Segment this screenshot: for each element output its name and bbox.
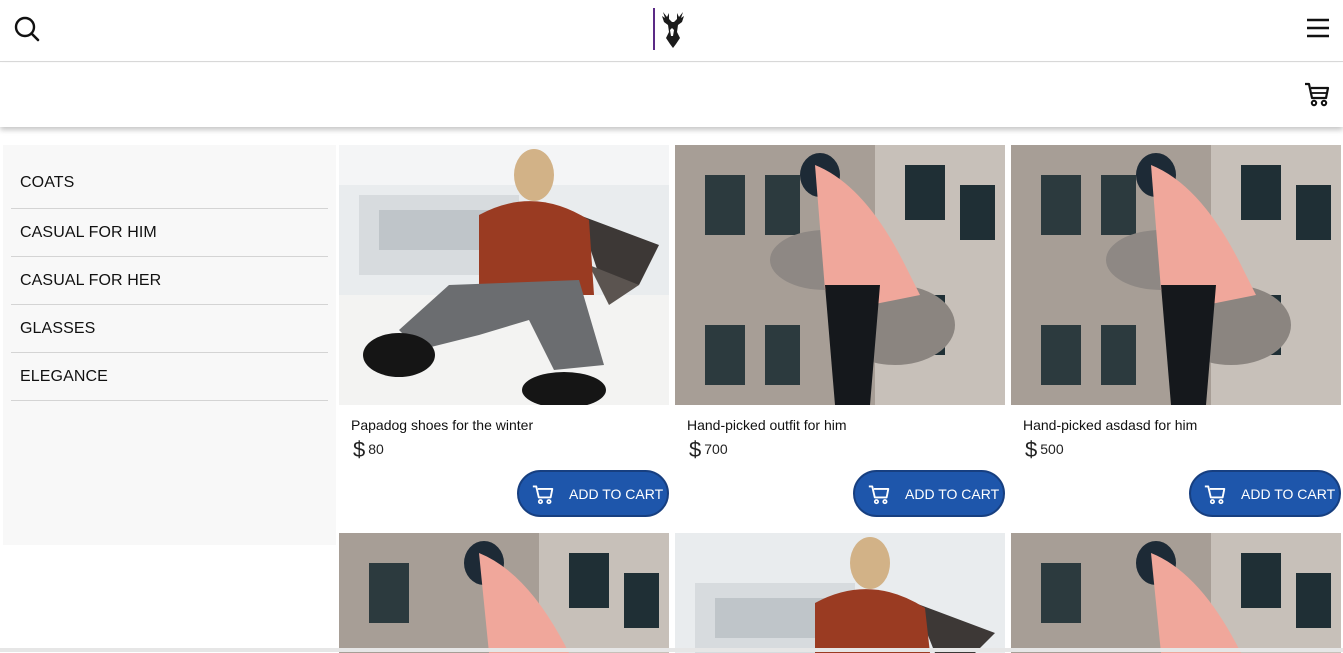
add-to-cart-button[interactable]: ADD TO CART	[853, 470, 1005, 517]
add-to-cart-button[interactable]: ADD TO CART	[517, 470, 669, 517]
product-image[interactable]	[1011, 533, 1341, 653]
product-title[interactable]: Hand-picked asdasd for him	[1023, 417, 1197, 433]
product-image[interactable]	[675, 145, 1005, 405]
product-card: Papadog shoes for the winter $80 ADD TO …	[339, 145, 669, 523]
cart-icon	[532, 484, 554, 504]
add-to-cart-label: ADD TO CART	[1241, 485, 1336, 502]
search-icon[interactable]	[12, 14, 42, 44]
category-casual-for-her[interactable]: CASUAL FOR HER	[11, 257, 328, 305]
category-casual-for-him[interactable]: CASUAL FOR HIM	[11, 209, 328, 257]
product-image[interactable]	[1011, 145, 1341, 405]
product-card: Hand-picked outfit for him $700 ADD TO C…	[675, 145, 1005, 523]
product-image[interactable]	[675, 533, 1005, 653]
product-card	[675, 533, 1005, 653]
product-title[interactable]: Hand-picked outfit for him	[687, 417, 847, 433]
price-value: 80	[368, 441, 384, 457]
dollar-icon: $	[689, 437, 702, 462]
dollar-icon: $	[353, 437, 366, 462]
product-image[interactable]	[339, 145, 669, 405]
dollar-icon: $	[1025, 437, 1038, 462]
hamburger-menu-icon[interactable]	[1305, 15, 1331, 41]
product-card	[339, 533, 669, 653]
horizontal-scrollbar[interactable]	[0, 648, 1343, 652]
category-sidebar: COATS CASUAL FOR HIM CASUAL FOR HER GLAS…	[3, 145, 336, 545]
cart-bar	[0, 63, 1343, 127]
product-image[interactable]	[339, 533, 669, 653]
category-glasses[interactable]: GLASSES	[11, 305, 328, 353]
deer-logo-icon[interactable]	[653, 8, 691, 50]
cart-icon	[1204, 484, 1226, 504]
top-navbar	[0, 0, 1343, 62]
add-to-cart-button[interactable]: ADD TO CART	[1189, 470, 1341, 517]
product-title[interactable]: Papadog shoes for the winter	[351, 417, 533, 433]
add-to-cart-label: ADD TO CART	[905, 485, 1000, 502]
product-price: $500	[1025, 437, 1064, 463]
product-card: Hand-picked asdasd for him $500 ADD TO C…	[1011, 145, 1343, 523]
category-elegance[interactable]: ELEGANCE	[11, 353, 328, 401]
category-coats[interactable]: COATS	[11, 159, 328, 209]
product-price: $80	[353, 437, 384, 463]
price-value: 700	[704, 441, 728, 457]
product-card	[1011, 533, 1343, 653]
cart-icon	[868, 484, 890, 504]
price-value: 500	[1040, 441, 1064, 457]
shopping-cart-icon[interactable]	[1303, 80, 1331, 108]
add-to-cart-label: ADD TO CART	[569, 485, 664, 502]
product-price: $700	[689, 437, 728, 463]
